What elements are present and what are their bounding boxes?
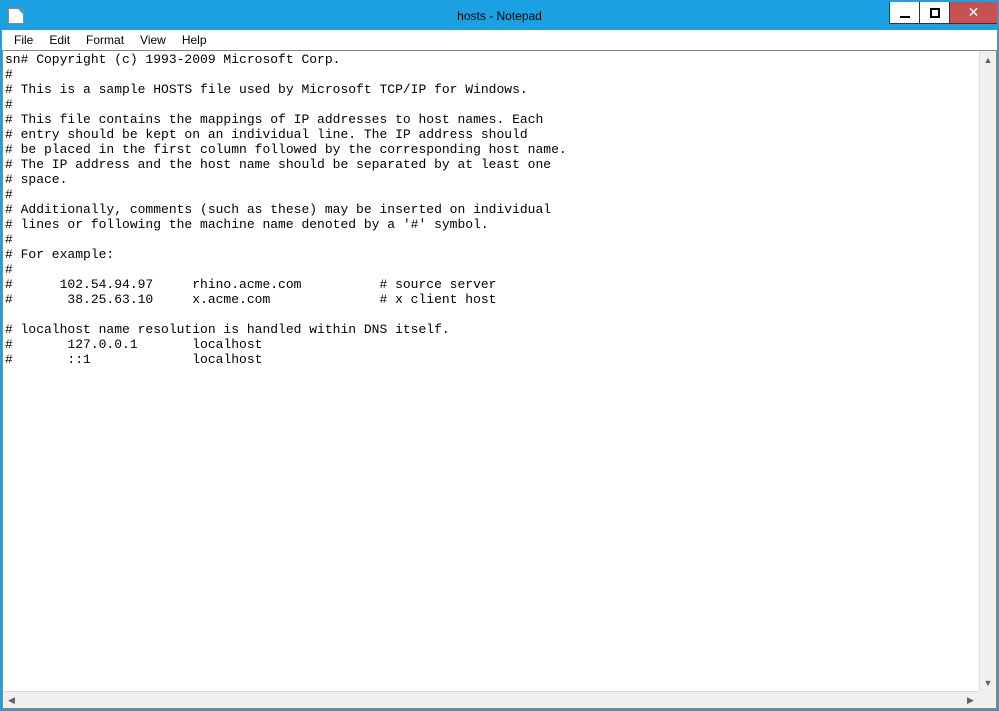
vertical-scrollbar[interactable]: ▲ ▼ (979, 51, 996, 691)
scroll-right-icon[interactable]: ▶ (962, 692, 979, 708)
window-title: hosts - Notepad (2, 9, 997, 23)
hscroll-row: ◀ ▶ (3, 691, 996, 708)
window-controls: ✕ (889, 2, 997, 24)
minimize-button[interactable] (889, 2, 919, 24)
vertical-scroll-track[interactable] (980, 68, 996, 674)
menu-view[interactable]: View (132, 31, 174, 49)
app-icon (8, 8, 24, 24)
horizontal-scroll-track[interactable] (20, 692, 962, 708)
maximize-icon (930, 8, 940, 18)
text-editor[interactable]: sn# Copyright (c) 1993-2009 Microsoft Co… (3, 51, 979, 691)
horizontal-scrollbar[interactable]: ◀ ▶ (3, 691, 979, 708)
notepad-window: hosts - Notepad ✕ File Edit Format View … (0, 0, 999, 711)
menu-file[interactable]: File (6, 31, 41, 49)
scroll-corner (979, 691, 996, 708)
minimize-icon (900, 16, 910, 18)
scroll-down-icon[interactable]: ▼ (980, 674, 996, 691)
scroll-left-icon[interactable]: ◀ (3, 692, 20, 708)
maximize-button[interactable] (919, 2, 949, 24)
close-button[interactable]: ✕ (949, 2, 997, 24)
menu-edit[interactable]: Edit (41, 31, 78, 49)
menu-format[interactable]: Format (78, 31, 132, 49)
titlebar[interactable]: hosts - Notepad ✕ (2, 2, 997, 30)
close-icon: ✕ (968, 4, 980, 21)
menu-help[interactable]: Help (174, 31, 215, 49)
scroll-up-icon[interactable]: ▲ (980, 51, 996, 68)
menubar: File Edit Format View Help (2, 30, 997, 50)
text-wrap: sn# Copyright (c) 1993-2009 Microsoft Co… (3, 51, 996, 691)
client-area: sn# Copyright (c) 1993-2009 Microsoft Co… (2, 50, 997, 709)
